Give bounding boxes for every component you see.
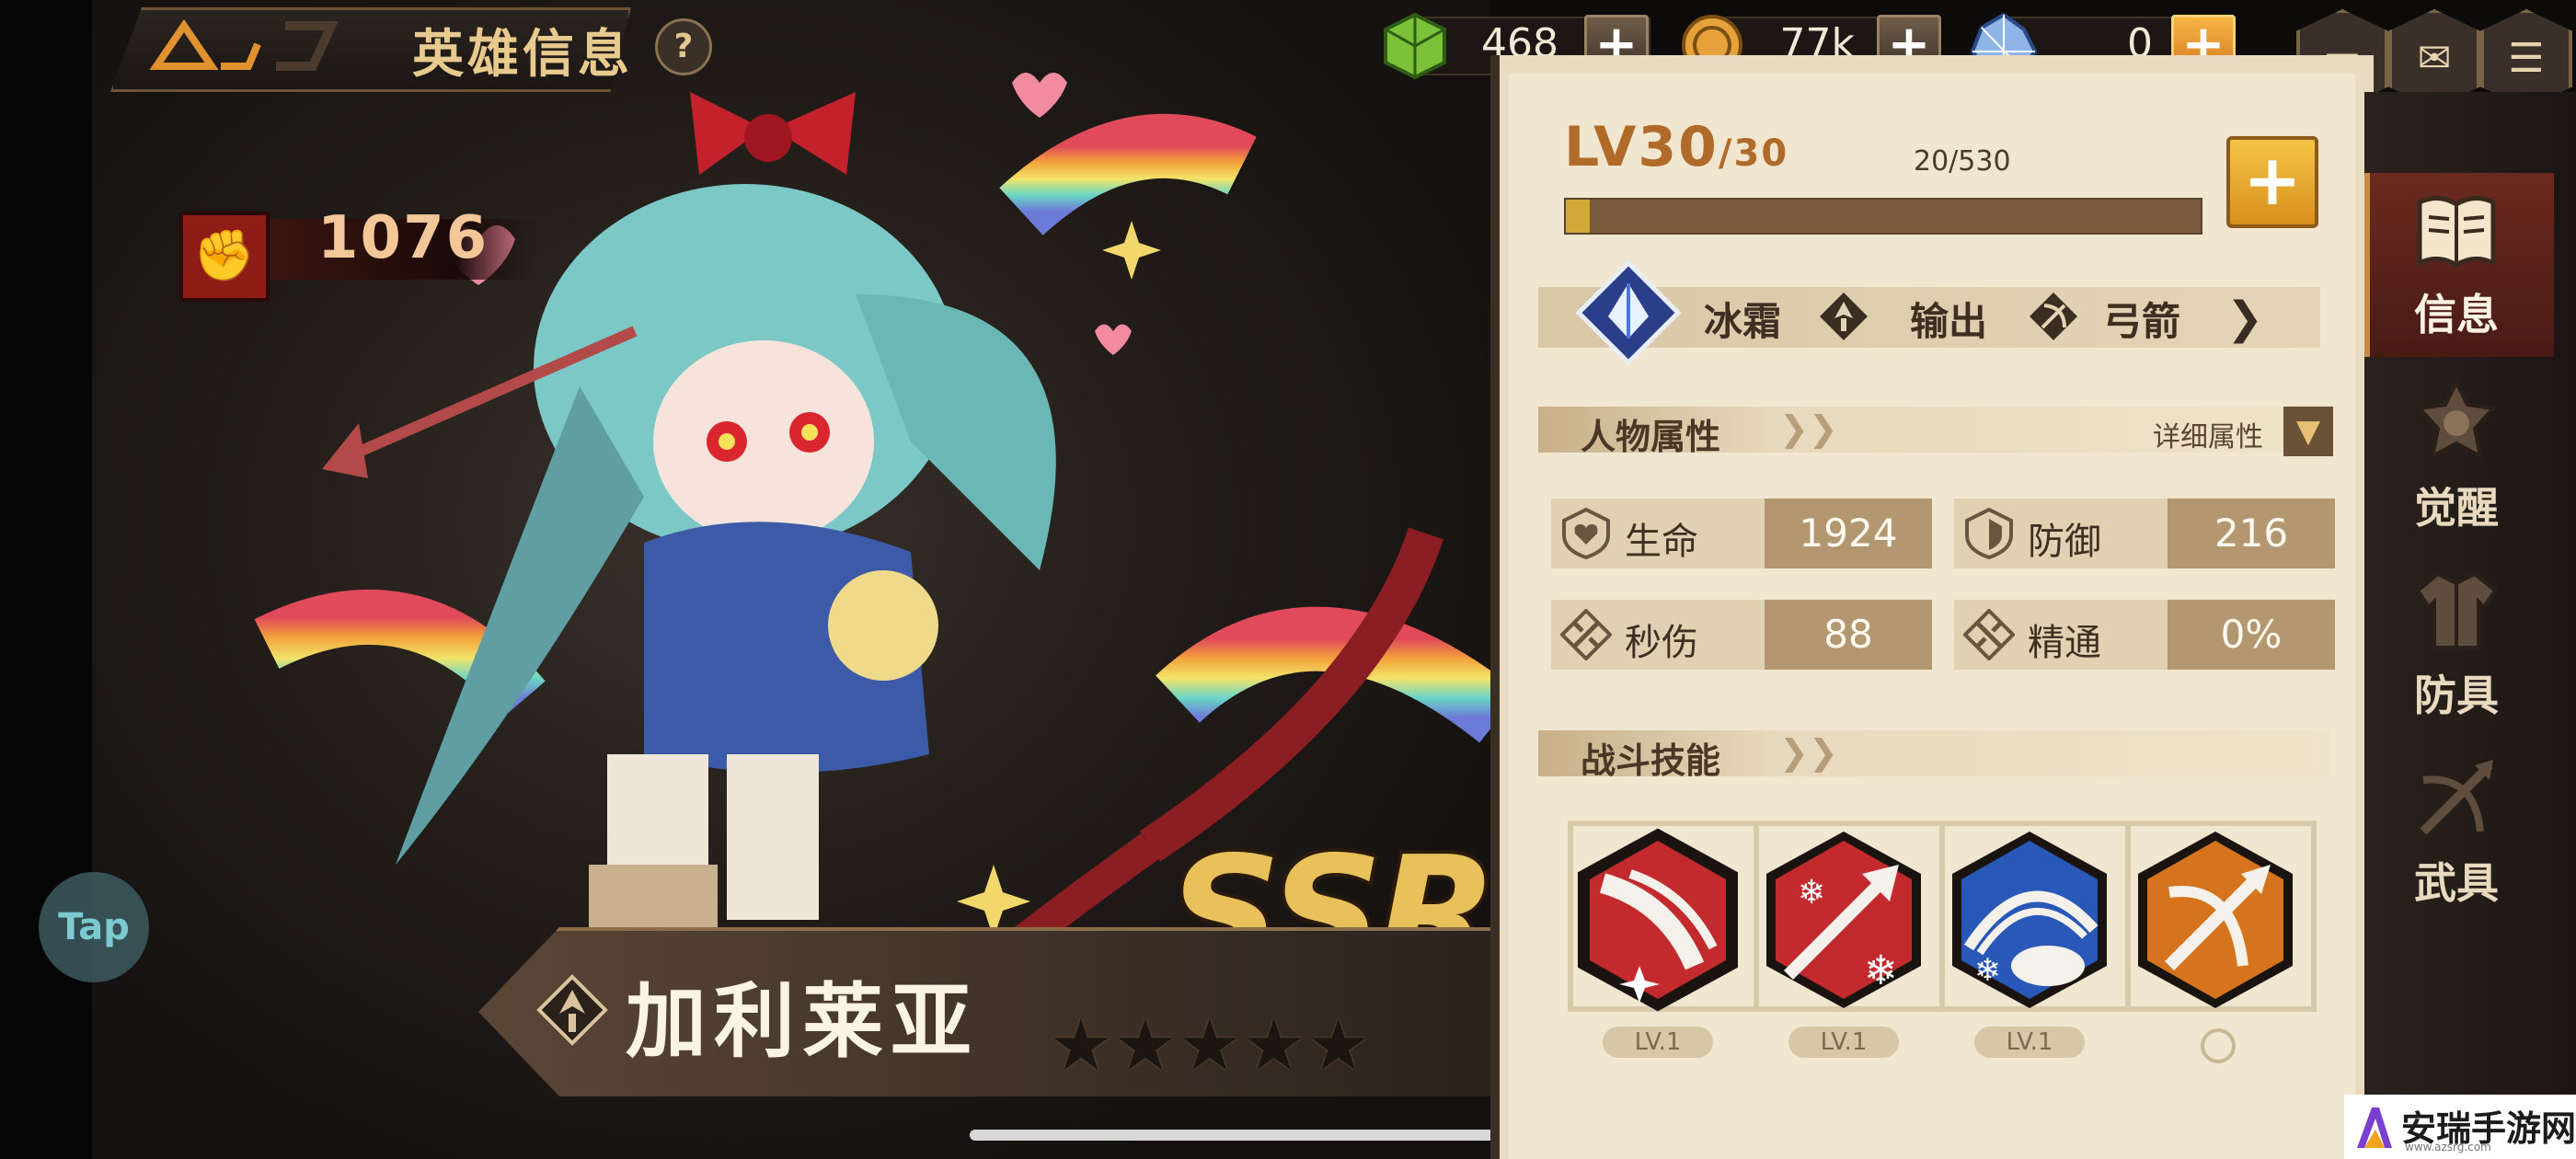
sidebar-item-weapon[interactable]: 武具 (2374, 743, 2539, 927)
attributes-section-title: 人物属性 (1581, 417, 1721, 457)
watermark: 安瑞手游网 www.azsrg.com (2344, 1095, 2576, 1159)
sidebar-label: 信息 (2414, 290, 2499, 339)
exp-text: 20/530 (1914, 145, 2011, 178)
stat-name: 精通 (2028, 622, 2101, 664)
sidebar-item-awaken[interactable]: 觉醒 (2374, 368, 2539, 552)
stat-value: 0% (2168, 600, 2335, 670)
skill-slot-4[interactable] (2125, 820, 2317, 1012)
rainbow-ribbon-top (999, 113, 1257, 236)
stat-value: 88 (1765, 600, 1932, 670)
left-black-strip (0, 0, 92, 1159)
stat-defense: 防御 216 (1954, 499, 2335, 568)
skill-locked-indicator (2201, 1028, 2236, 1063)
watermark-subtext: www.azsrg.com (2405, 1141, 2491, 1153)
skills-section-title: 战斗技能 (1581, 740, 1721, 781)
awaken-crest-icon (2415, 378, 2498, 460)
tap-button[interactable]: Tap (39, 872, 149, 982)
skills-section-header: 战斗技能 ❯❯ (1538, 730, 2329, 781)
detail-attributes-label[interactable]: 详细属性 (2153, 414, 2263, 454)
dps-role-icon (1820, 293, 1868, 340)
tag-role: 输出 (1910, 299, 1988, 344)
shield-icon (1965, 508, 2013, 559)
level-current: LV30 (1564, 115, 1719, 179)
role-emblem-icon (536, 974, 608, 1046)
mail-icon: ✉ (2417, 35, 2452, 82)
svg-text:❄: ❄ (1864, 947, 1898, 994)
tag-weapon: 弓箭 (2103, 299, 2181, 344)
skill-level-3: LV.1 (1974, 1027, 2085, 1058)
crossbow-skill-icon (2138, 832, 2293, 1008)
svg-text:❄: ❄ (1974, 952, 2001, 989)
sidebar-label: 防具 (2414, 671, 2499, 720)
sidebar-label: 觉醒 (2414, 483, 2499, 533)
menu-icon: ☰ (2508, 35, 2545, 82)
level-max: /30 (1718, 132, 1789, 175)
bow-weapon-icon (2030, 293, 2077, 340)
stat-value: 1924 (1765, 499, 1932, 568)
hero-name: 加利莱亚 (626, 974, 980, 1069)
star-rating: ★★★★★ (1049, 1004, 1371, 1087)
skill-slot-1[interactable] (1568, 820, 1759, 1012)
book-icon (2417, 196, 2496, 268)
detail-dropdown-icon[interactable]: ▼ (2283, 407, 2333, 456)
page-title: 英雄信息 (412, 25, 633, 85)
stat-hp: 生命 1924 (1551, 499, 1932, 568)
sword-icon (1560, 609, 1612, 660)
rainbow-cloud-skill-icon: ❄ (1952, 832, 2107, 1008)
sidebar-item-armor[interactable]: 防具 (2374, 556, 2539, 740)
frost-element-icon (1575, 259, 1682, 366)
svg-text:❄: ❄ (1798, 874, 1825, 912)
exp-bar-fill (1566, 200, 1591, 233)
level-up-button[interactable]: + (2226, 136, 2318, 228)
skill-slot-2[interactable]: ❄ ❄ (1754, 820, 1945, 1012)
watermark-logo-icon (2357, 1107, 2392, 1148)
green-cube-icon (1384, 12, 1446, 80)
skill-slot-3[interactable]: ❄ (1939, 820, 2131, 1012)
game-logo-mark (149, 18, 339, 71)
sidebar-item-info[interactable]: 信息 (2374, 175, 2539, 359)
stat-name: 秒伤 (1625, 622, 1698, 664)
stat-dps: 秒伤 88 (1551, 600, 1932, 670)
stat-name: 生命 (1625, 521, 1698, 563)
help-icon[interactable]: ? (655, 18, 712, 75)
section-chevron-icon: ❯❯ (1779, 732, 1838, 773)
frost-arrow-skill-icon: ❄ ❄ (1766, 832, 1921, 1008)
skill-level-1: LV.1 (1603, 1027, 1713, 1058)
power-value: 1076 (317, 204, 489, 272)
section-chevron-icon: ❯❯ (1779, 408, 1838, 449)
heart-shield-icon (1562, 508, 1610, 559)
tag-chevron-icon: ❯ (2226, 293, 2264, 344)
mastery-icon (1963, 609, 2015, 660)
shooting-star-skill-icon (1578, 828, 1738, 1012)
stat-name: 防御 (2028, 521, 2101, 563)
stat-value: 216 (2168, 499, 2335, 568)
skill-level-2: LV.1 (1788, 1027, 1899, 1058)
crossbow-icon (2420, 760, 2493, 835)
stat-mastery: 精通 0% (1954, 600, 2335, 670)
fist-icon: ✊ (179, 212, 270, 302)
exp-bar (1564, 198, 2202, 235)
level-label: LV30/30 (1564, 115, 1788, 179)
sidebar-label: 武具 (2414, 858, 2499, 908)
armor-icon (2415, 571, 2498, 649)
tag-element: 冰霜 (1704, 299, 1782, 344)
